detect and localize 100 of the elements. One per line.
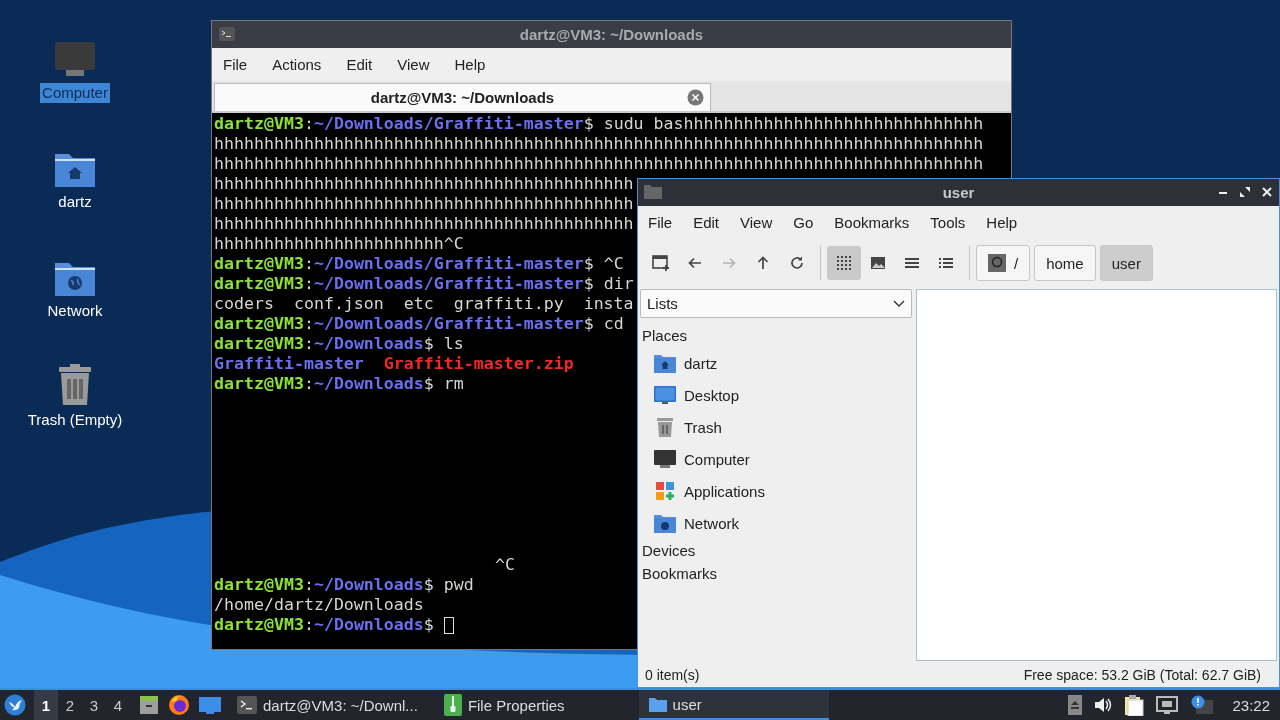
terminal-text: $ sudu bashhhhhhhhhhhhhhhhhhhhhhhhhhhhhh xyxy=(583,114,984,134)
prompt-user: dartz@VM3 xyxy=(214,334,304,354)
menu-item[interactable]: View xyxy=(397,56,430,73)
folder-icon xyxy=(644,184,662,199)
network-folder-icon xyxy=(654,513,676,533)
desktop-icon-label[interactable]: Computer xyxy=(40,83,110,103)
prompt-path: ~/Downloads/Graffiti-master xyxy=(313,314,584,334)
tab-label: dartz@VM3: ~/Downloads xyxy=(370,89,555,106)
image-icon xyxy=(870,255,886,271)
menu-item[interactable]: Help xyxy=(986,214,1018,231)
terminal-text: $ cd xyxy=(583,314,624,334)
status-text: 0 item(s) xyxy=(645,667,700,683)
browser-icon[interactable] xyxy=(168,694,190,716)
reload-icon xyxy=(789,255,805,271)
file-cabinet-icon[interactable] xyxy=(139,695,159,715)
menu-item[interactable]: Go xyxy=(793,214,814,231)
monitor-icon xyxy=(654,449,676,469)
prompt-user: dartz@VM3 xyxy=(214,374,304,394)
maximize-icon[interactable] xyxy=(1239,186,1251,198)
terminal-text: hhhhhhhhhhhhhhhhhhhhhhhhhhhhhhhhhhhhhhhhhhhhhhhhhhhhhhhhhhhhhhhhhhhhhhhhhhhhh xyxy=(214,134,984,154)
prompt-user: dartz@VM3 xyxy=(214,274,304,294)
list-icon xyxy=(904,255,920,271)
monitor-icon[interactable] xyxy=(54,41,96,79)
terminal-text: /home/dartz/Downloads xyxy=(214,595,424,615)
terminal-text: : xyxy=(303,575,314,595)
bird-logo-icon[interactable] xyxy=(4,694,26,716)
menu-item[interactable]: Edit xyxy=(346,56,373,73)
menu-item[interactable]: Bookmarks xyxy=(834,214,910,231)
terminal-cursor xyxy=(443,616,454,634)
terminal-text: hhhhhhhhhhhhhhhhhhhhhhhhhhhhhhhhhhhhhhhhhh xyxy=(214,174,634,194)
desktop-icon-label[interactable]: Trash (Empty) xyxy=(25,410,125,430)
folder-icon xyxy=(648,696,667,712)
menu-item[interactable]: Tools xyxy=(930,214,966,231)
speaker-icon[interactable] xyxy=(1094,696,1113,714)
section-header: Bookmarks xyxy=(641,564,719,584)
clipboard-icon[interactable] xyxy=(1124,694,1145,716)
menu-item[interactable]: Actions xyxy=(272,56,322,73)
window-title: user xyxy=(942,184,975,201)
desktop-icon-label[interactable]: Network xyxy=(45,301,105,321)
menu-item[interactable]: View xyxy=(740,214,773,231)
terminal-text: hhhhhhhhhhhhhhhhhhhhhhh^C xyxy=(214,234,464,254)
terminal-icon xyxy=(219,27,235,41)
workspace-button[interactable]: 1 xyxy=(34,690,58,720)
places-item[interactable]: Computer xyxy=(640,443,912,475)
terminal-text: hhhhhhhhhhhhhhhhhhhhhhhhhhhhhhhhhhhhhhhhhh xyxy=(214,194,634,214)
taskbar-task[interactable]: user xyxy=(638,690,829,720)
new-tab-icon xyxy=(652,254,670,272)
drive-icon xyxy=(988,254,1006,272)
up-arrow-icon xyxy=(755,255,771,271)
desktop-icon-label[interactable]: dartz xyxy=(56,192,94,212)
icon-view-button[interactable] xyxy=(827,246,861,280)
menu-item[interactable]: Edit xyxy=(693,214,720,231)
show-desktop-icon[interactable] xyxy=(199,696,221,714)
workspace-button[interactable]: 2 xyxy=(58,690,82,720)
section-header: Devices xyxy=(641,541,697,561)
places-item[interactable]: Applications xyxy=(640,475,912,507)
archive-name: Graffiti-master.zip xyxy=(383,354,574,374)
applications-icon xyxy=(654,481,676,501)
taskbar-task[interactable]: dartz@VM3: ~/Downl... xyxy=(227,690,428,720)
places-item[interactable]: Network xyxy=(640,507,912,539)
directory-name: Graffiti-master xyxy=(214,354,364,374)
terminal-text: $ xyxy=(423,615,435,635)
terminal-text: $ ^C xyxy=(583,254,624,274)
menu-item[interactable]: File xyxy=(648,214,673,231)
network-wired-icon[interactable] xyxy=(1156,696,1179,714)
trash-icon xyxy=(654,417,676,437)
prompt-user: dartz@VM3 xyxy=(214,615,304,635)
path-button[interactable]: home xyxy=(1034,245,1096,281)
places-item[interactable]: Trash xyxy=(640,411,912,443)
prompt-user: dartz@VM3 xyxy=(214,114,304,134)
left-arrow-icon xyxy=(687,255,703,271)
status-text: Free space: 53.2 GiB (Total: 62.7 GiB) xyxy=(1023,667,1261,683)
path-button[interactable]: / xyxy=(976,245,1031,281)
window-title: dartz@VM3: ~/Downloads xyxy=(519,26,704,43)
workspace-button[interactable]: 3 xyxy=(82,690,106,720)
taskbar-task[interactable]: File Properties xyxy=(433,690,575,720)
terminal-text: : xyxy=(303,254,314,274)
terminal-text: : xyxy=(303,314,314,334)
terminal-text: $ pwd xyxy=(423,575,474,595)
terminal-text: : xyxy=(303,274,314,294)
side-pane-dropdown[interactable]: Lists xyxy=(640,289,912,318)
terminal-text: : xyxy=(303,114,314,134)
terminal-text: hhhhhhhhhhhhhhhhhhhhhhhhhhhhhhhhhhhhhhhhhhhhhhhhhhhhhhhhhhhhhhhhhhhhhhhhhhhhh xyxy=(214,154,984,174)
terminal-tab[interactable]: dartz@VM3: ~/Downloads xyxy=(214,83,711,111)
places-item[interactable]: dartz xyxy=(640,347,912,379)
prompt-user: dartz@VM3 xyxy=(214,575,304,595)
detailed-list-icon xyxy=(938,255,954,271)
prompt-path: ~/Downloads xyxy=(313,334,424,354)
path-button[interactable]: user xyxy=(1099,245,1153,281)
trash-icon[interactable] xyxy=(57,364,93,406)
menu-item[interactable]: Help xyxy=(454,56,486,73)
places-item[interactable]: Desktop xyxy=(640,379,912,411)
clock: 23:22 xyxy=(1232,696,1270,714)
menu-item[interactable]: File xyxy=(223,56,248,73)
workspace-button[interactable]: 4 xyxy=(106,690,130,720)
terminal-text: ^C xyxy=(495,555,515,575)
notification-icon[interactable] xyxy=(1190,695,1215,715)
close-icon[interactable] xyxy=(1261,186,1273,198)
terminal-text: $ rm xyxy=(423,374,464,394)
terminal-text: : xyxy=(303,615,314,635)
